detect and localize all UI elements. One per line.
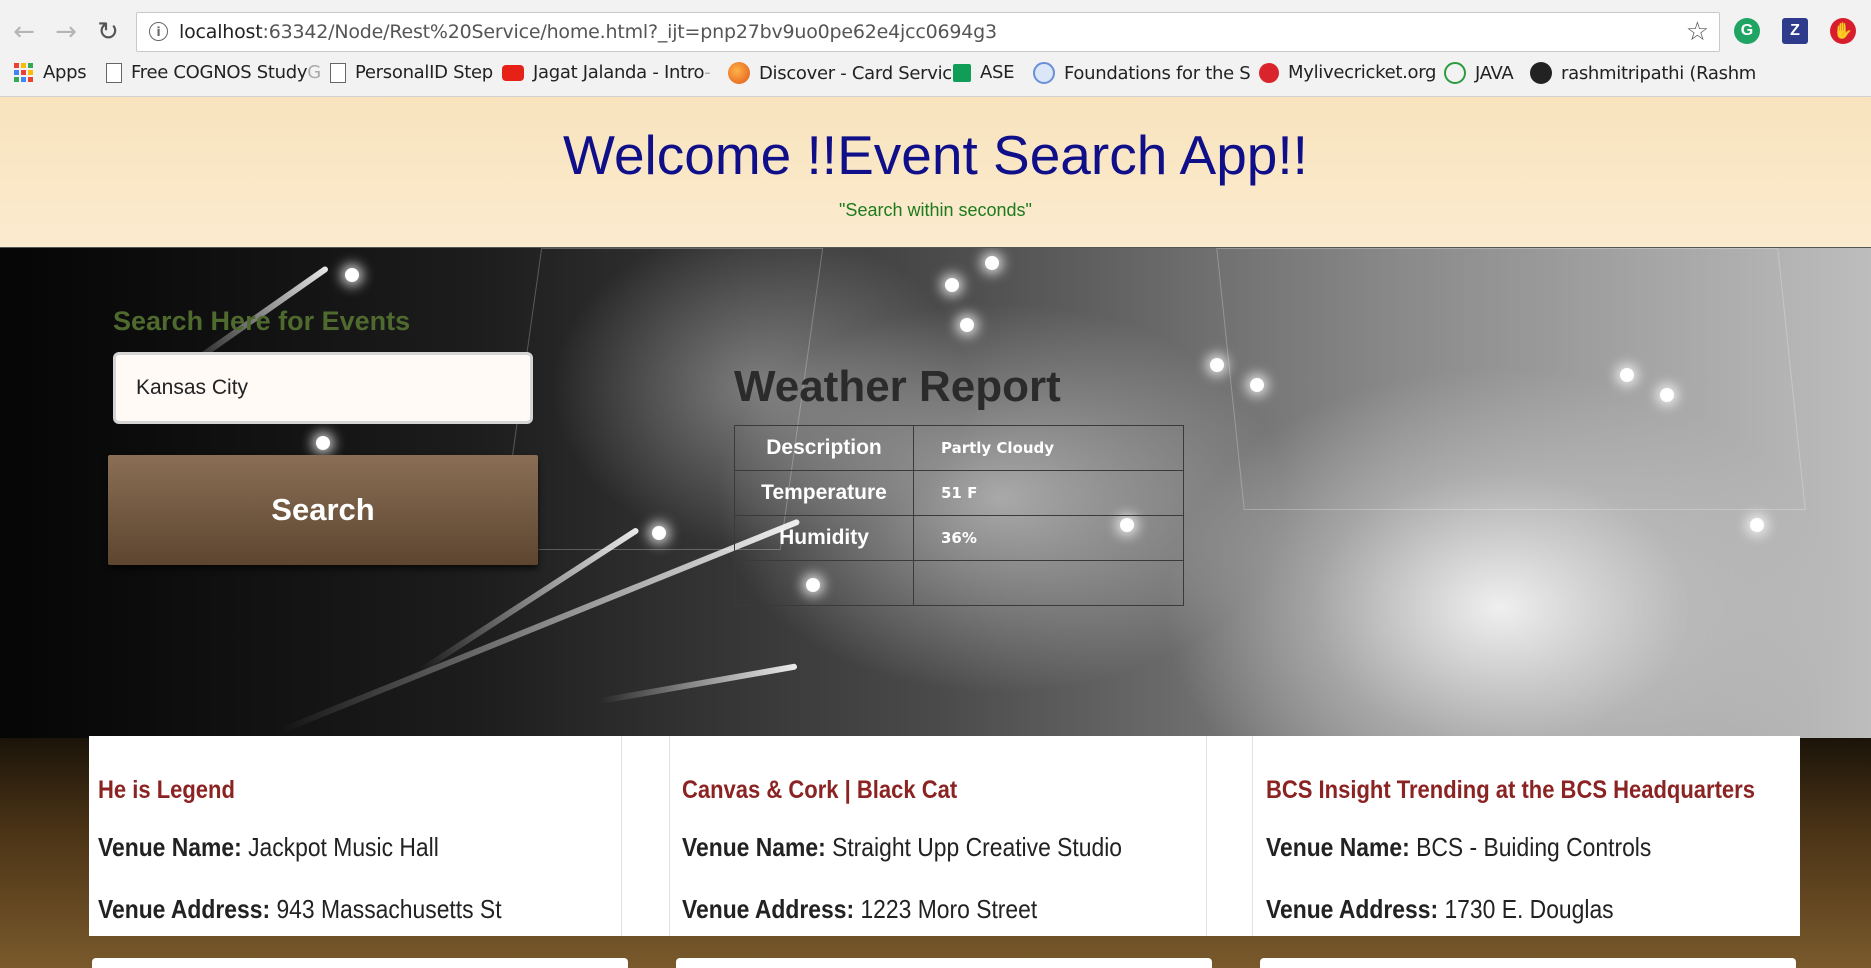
bookmark-ase[interactable]: ASE bbox=[953, 62, 1015, 83]
venue-address: 1223 Moro Street bbox=[860, 894, 1038, 924]
event-card[interactable]: BCS Insight Trending at the BCS Headquar… bbox=[1257, 736, 1787, 936]
bookmark-jagat-jalanda[interactable]: Jagat Jalanda - Intro - bbox=[502, 62, 711, 83]
weather-label: Temperature bbox=[734, 470, 914, 516]
sheets-icon bbox=[953, 63, 971, 82]
stage-light bbox=[985, 256, 999, 270]
weather-value bbox=[913, 560, 1184, 606]
weather-label: Humidity bbox=[734, 515, 914, 561]
venue-address-line: Venue Address: 1223 Moro Street bbox=[682, 894, 1038, 924]
stage-light bbox=[345, 268, 359, 282]
github-icon bbox=[1530, 62, 1552, 84]
search-input[interactable] bbox=[113, 352, 533, 424]
stage-truss bbox=[1216, 248, 1806, 510]
weather-title: Weather Report bbox=[734, 362, 1061, 411]
page-icon bbox=[330, 62, 346, 83]
next-event-card-edge bbox=[92, 958, 628, 968]
light-beam bbox=[599, 663, 798, 704]
weather-row-humidity: Humidity 36% bbox=[734, 515, 1184, 561]
venue-name-line: Venue Name: BCS - Buiding Controls bbox=[1266, 832, 1652, 862]
page-subtitle: "Search within seconds" bbox=[839, 200, 1032, 220]
stage-light bbox=[652, 526, 666, 540]
venue-address: 1730 E. Douglas bbox=[1444, 894, 1614, 924]
url-text[interactable]: localhost:63342/Node/Rest%20Service/home… bbox=[179, 21, 997, 43]
stage-light bbox=[1620, 368, 1634, 382]
zotero-extension-icon[interactable]: Z bbox=[1782, 18, 1808, 44]
event-card[interactable]: He is Legend Venue Name: Jackpot Music H… bbox=[89, 736, 621, 936]
bookmark-foundations[interactable]: Foundations for the S bbox=[1033, 62, 1251, 84]
event-title[interactable]: BCS Insight Trending at the BCS Headquar… bbox=[1266, 776, 1755, 805]
card-divider bbox=[1252, 736, 1253, 936]
event-title[interactable]: He is Legend bbox=[98, 776, 235, 805]
bookmark-apps[interactable]: Apps bbox=[14, 62, 87, 83]
grammarly-extension-icon[interactable]: G bbox=[1734, 18, 1760, 44]
bookmark-star-icon[interactable]: ☆ bbox=[1686, 17, 1709, 47]
bookmark-github[interactable]: rashmitripathi (Rashm bbox=[1530, 62, 1756, 84]
weather-table: Description Partly Cloudy Temperature 51… bbox=[734, 425, 1184, 606]
venue-name-line: Venue Name: Jackpot Music Hall bbox=[98, 832, 439, 862]
event-card[interactable]: Canvas & Cork | Black Cat Venue Name: St… bbox=[673, 736, 1193, 936]
weather-row-description: Description Partly Cloudy bbox=[734, 425, 1184, 471]
bookmark-cognos[interactable]: Free COGNOS Study G bbox=[106, 62, 321, 83]
venue-name: Jackpot Music Hall bbox=[248, 832, 439, 862]
next-event-card-edge bbox=[676, 958, 1212, 968]
venue-address: 943 Massachusetts St bbox=[276, 894, 502, 924]
weather-row-temperature: Temperature 51 F bbox=[734, 470, 1184, 516]
weather-label bbox=[734, 560, 914, 606]
adblock-extension-icon[interactable]: ✋ bbox=[1830, 18, 1856, 44]
venue-address-line: Venue Address: 1730 E. Douglas bbox=[1266, 894, 1614, 924]
stage-light bbox=[1750, 518, 1764, 532]
venue-name-line: Venue Name: Straight Upp Creative Studio bbox=[682, 832, 1123, 862]
bookmark-personalid[interactable]: PersonalID Step bbox=[330, 62, 493, 83]
stage-light bbox=[316, 436, 330, 450]
reload-icon[interactable]: ↻ bbox=[94, 17, 122, 47]
weather-value: 36% bbox=[913, 515, 1184, 561]
card-divider bbox=[1206, 736, 1207, 936]
stage-light bbox=[1250, 378, 1264, 392]
weather-value: 51 F bbox=[913, 470, 1184, 516]
page-icon bbox=[106, 62, 122, 83]
event-results: He is Legend Venue Name: Jackpot Music H… bbox=[89, 736, 1800, 936]
cricket-icon bbox=[1259, 62, 1279, 83]
card-divider bbox=[669, 736, 670, 936]
stage-light bbox=[1210, 358, 1224, 372]
apps-grid-icon bbox=[14, 63, 33, 82]
address-bar[interactable]: i localhost:63342/Node/Rest%20Service/ho… bbox=[136, 12, 1720, 52]
page-title: Welcome !!Event Search App!! bbox=[563, 124, 1308, 186]
back-arrow-icon[interactable]: ← bbox=[10, 17, 38, 47]
bookmark-discover[interactable]: Discover - Card Servic bbox=[728, 62, 952, 84]
discover-icon bbox=[728, 62, 750, 84]
bookmark-java[interactable]: JAVA bbox=[1444, 62, 1514, 84]
foundations-icon bbox=[1033, 62, 1055, 84]
stage-light bbox=[1660, 388, 1674, 402]
bookmark-mylivecricket[interactable]: Mylivecricket.org bbox=[1259, 62, 1436, 83]
browser-chrome: ← → ↻ i localhost:63342/Node/Rest%20Serv… bbox=[0, 0, 1871, 97]
venue-name: Straight Upp Creative Studio bbox=[832, 832, 1123, 862]
youtube-icon bbox=[502, 64, 524, 81]
weather-row-empty bbox=[734, 560, 1184, 606]
weather-label: Description bbox=[734, 425, 914, 471]
search-heading: Search Here for Events bbox=[113, 306, 411, 336]
venue-name: BCS - Buiding Controls bbox=[1416, 832, 1652, 862]
java-icon bbox=[1444, 62, 1466, 84]
search-button[interactable]: Search bbox=[108, 455, 538, 565]
event-title[interactable]: Canvas & Cork | Black Cat bbox=[682, 776, 957, 805]
stage-light bbox=[945, 278, 959, 292]
venue-address-line: Venue Address: 943 Massachusetts St bbox=[98, 894, 502, 924]
bookmarks-bar: Apps Free COGNOS Study G PersonalID Step… bbox=[0, 58, 1871, 92]
info-icon[interactable]: i bbox=[149, 22, 168, 41]
page-header: Welcome !!Event Search App!! "Search wit… bbox=[0, 97, 1871, 248]
stage-light bbox=[960, 318, 974, 332]
forward-arrow-icon[interactable]: → bbox=[52, 17, 80, 47]
weather-value: Partly Cloudy bbox=[913, 425, 1184, 471]
card-divider bbox=[621, 736, 622, 936]
next-event-card-edge bbox=[1260, 958, 1796, 968]
